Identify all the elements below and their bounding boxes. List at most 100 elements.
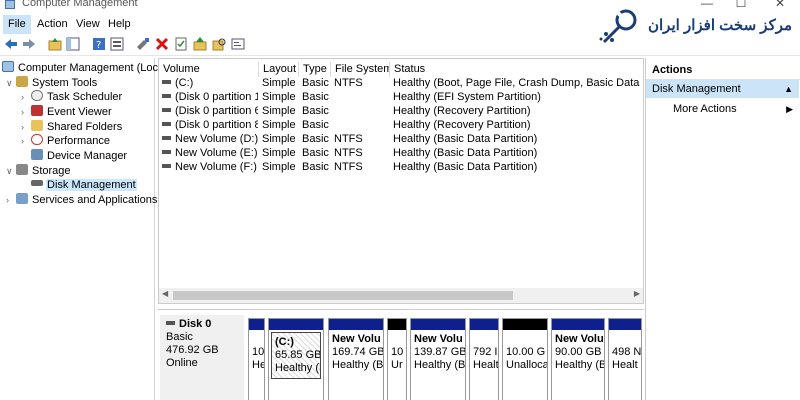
cell-status: Healthy (Recovery Partition) bbox=[393, 105, 531, 117]
folder-up-icon[interactable] bbox=[193, 37, 207, 51]
computer-management-icon bbox=[5, 0, 15, 9]
cell-volume: (Disk 0 partition 6) bbox=[162, 104, 258, 118]
volume-icon bbox=[162, 94, 171, 98]
tree-item-services-applications[interactable]: › Services and Applications bbox=[6, 193, 158, 208]
column-header-type[interactable]: Type bbox=[298, 62, 330, 77]
partition-block-d[interactable]: New Volu169.74 GBHealthy (Ba bbox=[328, 318, 384, 400]
check-disk-icon[interactable] bbox=[174, 37, 188, 51]
collapse-up-icon[interactable]: ▲ bbox=[784, 80, 793, 98]
partition-block-recovery[interactable]: 792 I Healt bbox=[469, 318, 499, 400]
cell-volume: New Volume (D:) bbox=[162, 132, 258, 146]
window-title: Computer Management bbox=[22, 0, 138, 9]
column-header-layout[interactable]: Layout bbox=[258, 62, 298, 77]
cell-type: Basic bbox=[302, 105, 329, 117]
partition-block-recovery-2[interactable]: 498 N Healt bbox=[608, 318, 642, 400]
submenu-arrow-icon: ▶ bbox=[786, 104, 793, 114]
volume-icon bbox=[162, 136, 171, 140]
svg-text:?: ? bbox=[96, 40, 101, 51]
column-header-file-system[interactable]: File System bbox=[330, 62, 389, 77]
tree-item-performance[interactable]: › Performance bbox=[21, 134, 111, 149]
disk-state: Online bbox=[166, 357, 198, 369]
tree-item-storage[interactable]: ∨ Storage bbox=[6, 164, 72, 179]
tree-item-task-scheduler[interactable]: › Task Scheduler bbox=[21, 90, 123, 105]
scroll-left-icon[interactable]: ◀ bbox=[162, 289, 168, 298]
volume-icon bbox=[162, 108, 171, 112]
chevron-right-icon[interactable]: › bbox=[21, 120, 31, 135]
table-row[interactable]: New Volume (F:) Simple Basic NTFS Health… bbox=[159, 160, 643, 174]
forward-arrow-icon[interactable] bbox=[22, 37, 36, 51]
tree-item-computer-management[interactable]: Computer Management (Local) bbox=[2, 61, 171, 76]
disk-type: Basic bbox=[166, 331, 193, 343]
cell-volume: (Disk 0 partition 8) bbox=[162, 118, 258, 132]
back-arrow-icon[interactable] bbox=[4, 37, 18, 51]
column-header-status[interactable]: Status bbox=[389, 62, 643, 77]
cell-layout: Simple bbox=[262, 119, 296, 131]
tree-item-event-viewer[interactable]: › Event Viewer bbox=[21, 105, 113, 120]
menu-view[interactable]: View bbox=[71, 15, 105, 34]
chevron-right-icon[interactable]: › bbox=[6, 193, 16, 208]
console-tree-icon[interactable] bbox=[66, 37, 80, 51]
cell-status: Healthy (EFI System Partition) bbox=[393, 91, 541, 103]
up-folder-icon[interactable] bbox=[48, 37, 62, 51]
partition-block-f[interactable]: New Volu90.00 GB NHealthy (B bbox=[551, 318, 605, 400]
disk-graphical-view: Disk 0 Basic 476.92 GB Online 10He (C:)6… bbox=[158, 309, 644, 400]
partition-block-unallocated-small[interactable]: 10 Ur bbox=[387, 318, 407, 400]
services-icon bbox=[16, 193, 28, 204]
volume-icon bbox=[162, 122, 171, 126]
disk-label[interactable]: Disk 0 Basic 476.92 GB Online bbox=[160, 315, 244, 400]
cell-type: Basic bbox=[302, 161, 329, 173]
table-row[interactable]: (Disk 0 partition 1) Simple Basic Health… bbox=[159, 90, 643, 104]
table-row[interactable]: New Volume (D:) Simple Basic NTFS Health… bbox=[159, 132, 643, 146]
wrench-logo-icon bbox=[599, 9, 637, 44]
partition-block-unallocated[interactable]: 10.00 G Unalloca bbox=[502, 318, 548, 400]
scrollbar-thumb[interactable] bbox=[173, 291, 513, 300]
tree-item-disk-management[interactable]: Disk Management bbox=[31, 178, 137, 193]
console-window-icon[interactable] bbox=[231, 37, 245, 51]
volume-icon bbox=[162, 80, 171, 84]
table-row[interactable]: (C:) Simple Basic NTFS Healthy (Boot, Pa… bbox=[159, 76, 643, 90]
cell-layout: Simple bbox=[262, 91, 296, 103]
column-header-volume[interactable]: Volume bbox=[159, 62, 258, 77]
menu-file[interactable]: File bbox=[3, 15, 31, 34]
cell-volume: (Disk 0 partition 1) bbox=[162, 90, 258, 104]
menu-action[interactable]: Action bbox=[32, 15, 73, 34]
chevron-right-icon[interactable]: › bbox=[21, 105, 31, 120]
partition-block-e[interactable]: New Volu139.87 GBHealthy (Ba bbox=[410, 318, 466, 400]
event-viewer-icon bbox=[31, 105, 43, 116]
more-actions-item[interactable]: More Actions ▶ bbox=[646, 100, 799, 118]
chevron-down-icon[interactable]: ∨ bbox=[6, 164, 16, 179]
tree-item-device-manager[interactable]: Device Manager bbox=[31, 149, 128, 164]
brand-logo: مرکز سخت افزار ایران bbox=[596, 6, 796, 48]
cell-type: Basic bbox=[302, 91, 329, 103]
disk-name: Disk 0 bbox=[179, 318, 212, 330]
scroll-right-icon[interactable]: ▶ bbox=[634, 289, 640, 298]
delete-icon[interactable] bbox=[155, 37, 169, 51]
menu-help[interactable]: Help bbox=[103, 15, 136, 34]
actions-section-disk-management[interactable]: Disk Management ▲ bbox=[646, 80, 799, 98]
chevron-right-icon[interactable]: › bbox=[21, 90, 31, 105]
chevron-down-icon[interactable]: ∨ bbox=[6, 76, 16, 91]
help-icon[interactable]: ? bbox=[92, 37, 106, 51]
cell-layout: Simple bbox=[262, 77, 296, 89]
partition-block[interactable]: 10He bbox=[248, 318, 265, 400]
logo-text: مرکز سخت افزار ایران bbox=[648, 17, 793, 34]
chevron-right-icon[interactable]: › bbox=[21, 134, 31, 149]
horizontal-scrollbar[interactable]: ◀ ▶ bbox=[159, 288, 643, 303]
table-row[interactable]: (Disk 0 partition 8) Simple Basic Health… bbox=[159, 118, 643, 132]
disk-drive-icon bbox=[31, 180, 43, 186]
actions-pane: Actions Disk Management ▲ More Actions ▶ bbox=[645, 58, 800, 400]
search-folder-icon[interactable] bbox=[212, 37, 226, 51]
volume-list: Volume Layout Type File System Status (C… bbox=[158, 58, 644, 304]
table-row[interactable]: (Disk 0 partition 6) Simple Basic Health… bbox=[159, 104, 643, 118]
connect-icon[interactable] bbox=[136, 37, 150, 51]
cell-layout: Simple bbox=[262, 161, 296, 173]
volume-icon bbox=[162, 150, 171, 154]
table-row[interactable]: New Volume (E:) Simple Basic NTFS Health… bbox=[159, 146, 643, 160]
properties-icon[interactable] bbox=[110, 37, 124, 51]
cell-file-system: NTFS bbox=[334, 161, 363, 173]
performance-icon bbox=[31, 134, 43, 145]
partition-block-c[interactable]: (C:)65.85 GB IHealthy (E bbox=[268, 318, 324, 400]
tree-item-system-tools[interactable]: ∨ System Tools bbox=[6, 76, 98, 91]
cell-status: Healthy (Boot, Page File, Crash Dump, Ba… bbox=[393, 77, 643, 89]
tree-item-shared-folders[interactable]: › Shared Folders bbox=[21, 120, 123, 135]
